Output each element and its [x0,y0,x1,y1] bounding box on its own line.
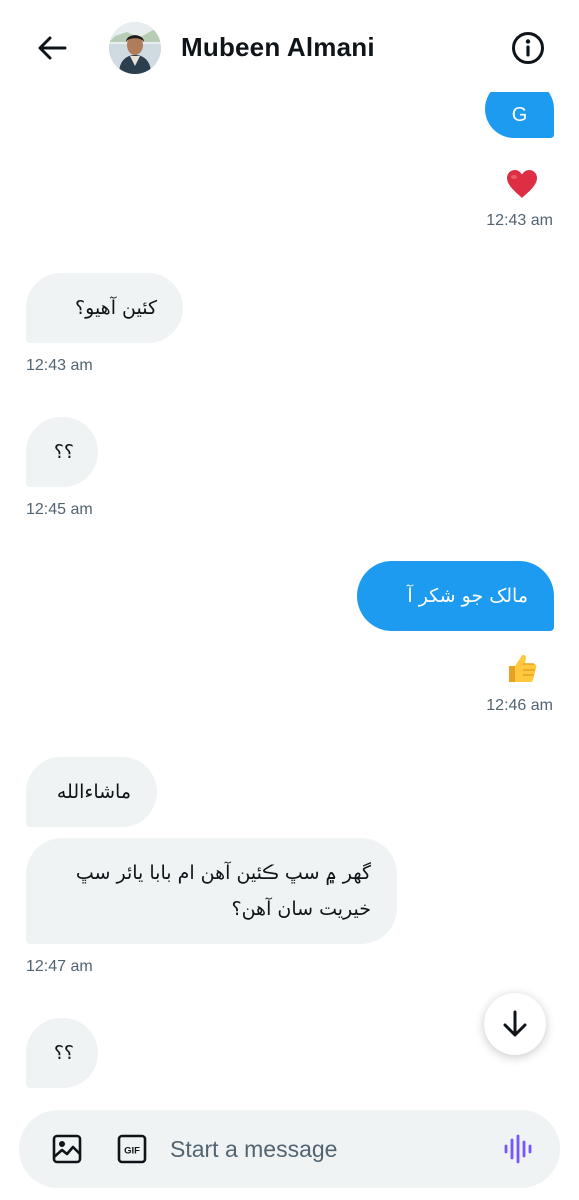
message-timestamp: 12:43 am [486,212,553,229]
arrow-down-icon [503,1010,527,1037]
contact-name[interactable]: Mubeen Almani [181,32,375,63]
message-timestamp: 12:46 am [486,697,553,714]
voice-wave-icon [504,1134,532,1164]
message-bubble-incoming[interactable]: ؟؟ [26,1018,98,1088]
back-button[interactable] [30,28,74,68]
message-text: کئين آهيو؟ [75,297,157,319]
svg-text:GIF: GIF [124,1146,140,1157]
add-gif-button[interactable]: GIF [114,1131,150,1167]
message-composer: GIF [19,1110,560,1188]
message-text: ؟؟ [53,1042,74,1064]
message-bubble-incoming[interactable]: کئين آهيو؟ [26,273,183,343]
message-bubble-incoming[interactable]: ماشاءالله [26,757,157,827]
info-button[interactable] [507,27,549,69]
chat-header: Mubeen Almani [0,0,579,92]
image-icon [52,1134,82,1164]
message-reaction[interactable] [505,651,539,685]
scroll-to-bottom-button[interactable] [484,993,546,1055]
message-text: گهر ۾ سڀ ڪئين آهن ام بابا يائر سڀ خيريت … [75,862,371,920]
message-timestamp: 12:47 am [26,958,93,975]
message-bubble-incoming[interactable]: گهر ۾ سڀ ڪئين آهن ام بابا يائر سڀ خيريت … [26,838,397,944]
message-bubble-outgoing[interactable]: مالک جو شکر آ [357,561,554,631]
message-bubble-incoming[interactable]: ؟؟ [26,417,98,487]
message-text: مالک جو شکر آ [407,585,528,607]
message-text: ؟؟ [53,441,74,463]
message-input[interactable] [170,1129,470,1169]
voice-message-button[interactable] [500,1131,536,1167]
message-timestamp: 12:43 am [26,357,93,374]
gif-icon: GIF [117,1134,147,1164]
arrow-left-icon [38,36,67,60]
message-text: ماشاءالله [56,781,131,803]
message-reaction[interactable] [505,167,539,201]
info-icon [512,32,544,64]
message-timestamp: 12:45 am [26,501,93,518]
thumbs-up-icon [509,654,537,682]
message-text: G [511,104,528,126]
red-heart-icon [507,170,537,198]
add-image-button[interactable] [49,1131,85,1167]
avatar[interactable] [109,22,161,74]
